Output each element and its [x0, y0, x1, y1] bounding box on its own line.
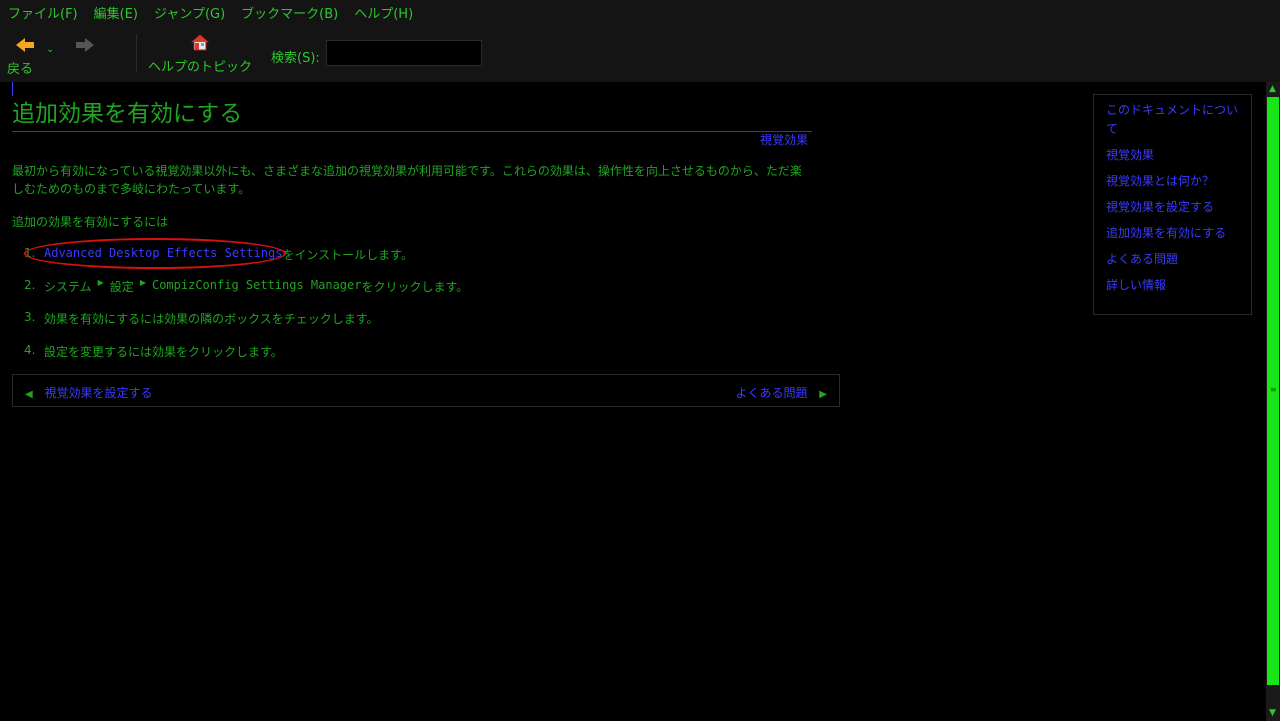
scroll-down-icon[interactable]: ▼: [1269, 708, 1276, 718]
toc-item-visual-effects[interactable]: 視覚効果: [1106, 146, 1239, 165]
scroll-up-icon[interactable]: ▲: [1269, 84, 1276, 94]
menu-path-ccsm: CompizConfig Settings Manager: [151, 278, 362, 292]
back-history-dropdown-icon[interactable]: ⌄: [46, 44, 54, 55]
toc-item-about[interactable]: このドキュメントについて: [1106, 101, 1239, 139]
toc-item-more-info[interactable]: 詳しい情報: [1106, 276, 1239, 295]
scrollbar-grip-icon: ≡: [1270, 385, 1277, 394]
menu-edit[interactable]: 編集(E): [94, 3, 138, 22]
steps-heading: 追加の効果を有効にするには: [12, 215, 169, 229]
toc-item-what-are-effects[interactable]: 視覚効果とは何か？: [1106, 172, 1239, 191]
home-icon: [191, 34, 209, 51]
menu-path-preferences: 設定: [109, 280, 134, 294]
toc-item-configure-effects[interactable]: 視覚効果を設定する: [1106, 198, 1239, 217]
menu-separator-icon: ▶: [97, 278, 104, 287]
step-number: 4.: [24, 343, 36, 357]
search-input[interactable]: [326, 40, 482, 66]
red-annotation-ellipse: [24, 238, 286, 269]
next-arrow-icon: ▶: [819, 389, 827, 400]
help-topics-label: ヘルプのトピック: [148, 60, 253, 75]
content-area: 追加効果を有効にする 視覚効果 最初から有効になっている視覚効果以外にも、さまざ…: [0, 82, 1266, 721]
step-number: 2.: [24, 278, 36, 292]
menu-bookmarks[interactable]: ブックマーク(B): [241, 3, 338, 22]
help-topics-button[interactable]: ヘルプのトピック: [148, 34, 252, 75]
step-text: 設定を変更するには効果をクリックします。: [44, 345, 283, 359]
back-arrow-icon: [15, 38, 34, 52]
previous-page-label: 視覚効果を設定する: [44, 386, 153, 400]
next-page-label: よくある問題: [735, 386, 808, 400]
menu-path-system: システム: [44, 280, 92, 294]
step-4: 4. 設定を変更するには効果をクリックします。: [24, 343, 283, 360]
page-title: 追加効果を有効にする: [12, 94, 812, 132]
parent-section-link[interactable]: 視覚効果: [760, 131, 808, 148]
search-label: 検索(S):: [271, 51, 320, 66]
menu-go[interactable]: ジャンプ(G): [154, 3, 225, 22]
forward-button[interactable]: [76, 34, 94, 52]
menu-help[interactable]: ヘルプ(H): [354, 3, 413, 22]
page-navigation: ◀ 視覚効果を設定する よくある問題 ▶: [12, 374, 840, 407]
menu-file[interactable]: ファイル(F): [8, 3, 78, 22]
menu-separator-icon: ▶: [139, 278, 146, 287]
step-2: 2. システム ▶ 設定 ▶ CompizConfig Settings Man…: [24, 278, 468, 295]
toc-item-common-problems[interactable]: よくある問題: [1106, 250, 1239, 269]
prev-arrow-icon: ◀: [25, 389, 33, 400]
step-text: をクリックします。: [361, 280, 469, 294]
menubar: ファイル(F) 編集(E) ジャンプ(G) ブックマーク(B) ヘルプ(H): [0, 0, 1280, 24]
step-3: 3. 効果を有効にするには効果の隣のボックスをチェックします。: [24, 310, 379, 327]
table-of-contents: このドキュメントについて 視覚効果 視覚効果とは何か？ 視覚効果を設定する 追加…: [1093, 94, 1252, 315]
next-page-link[interactable]: よくある問題 ▶: [735, 384, 827, 401]
toolbar-separator: [136, 34, 137, 72]
step-number: 3.: [24, 310, 36, 324]
step-text: 効果を有効にするには効果の隣のボックスをチェックします。: [44, 312, 379, 326]
step-text: をインストールします。: [282, 248, 413, 262]
back-button-label: 戻る: [7, 62, 34, 77]
previous-page-link[interactable]: ◀ 視覚効果を設定する: [25, 384, 153, 401]
toc-item-enable-extra-effects[interactable]: 追加効果を有効にする: [1106, 224, 1239, 243]
back-button[interactable]: 戻る: [7, 34, 34, 77]
intro-paragraph: 最初から有効になっている視覚効果以外にも、さまざまな追加の視覚効果が利用可能です…: [12, 164, 802, 196]
forward-arrow-icon: [76, 38, 94, 52]
